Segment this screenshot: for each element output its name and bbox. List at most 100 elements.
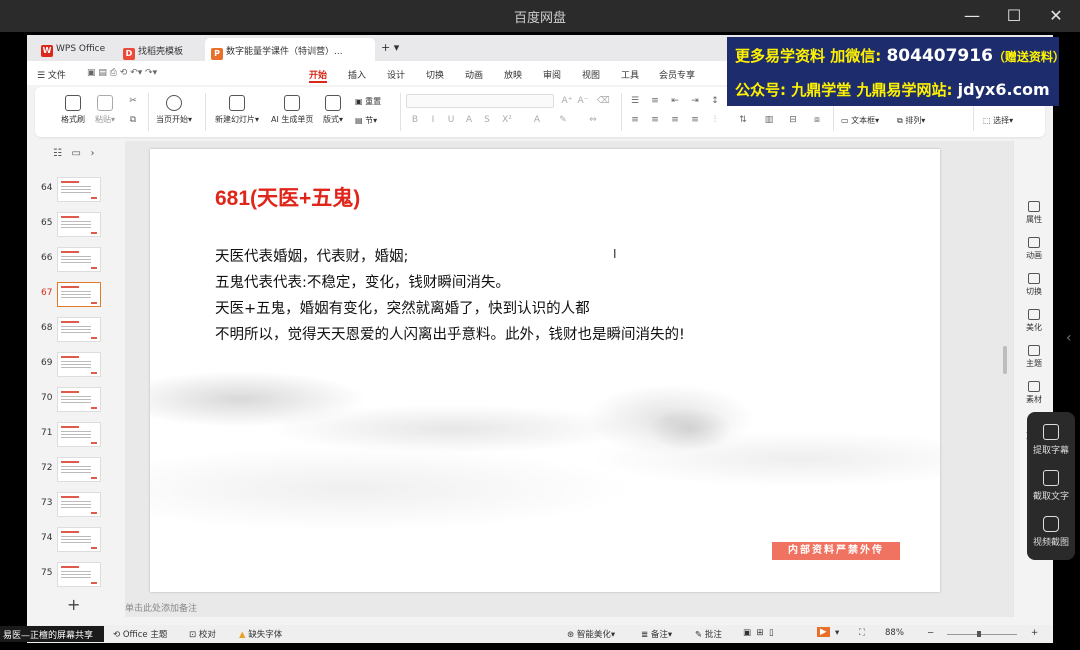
layout-button[interactable]: 版式▾: [323, 95, 343, 125]
current-slide[interactable]: 681(天医+五鬼) 天医代表婚姻，代表财，婚姻; 五鬼代表代表:不稳定，变化，…: [150, 149, 940, 592]
add-slide-button[interactable]: +: [67, 595, 80, 614]
bold-icon[interactable]: B: [409, 115, 421, 125]
number-list-icon[interactable]: ≡: [649, 96, 661, 106]
slide-text-line[interactable]: 天医+五鬼，婚姻有变化，突然就离婚了，快到认识的人都: [215, 297, 590, 318]
font-color-icon[interactable]: A: [531, 115, 543, 125]
thumbnail-row[interactable]: 68: [27, 317, 125, 343]
new-slide-button[interactable]: 新建幻灯片▾: [215, 95, 259, 125]
tab-home[interactable]: 开始: [309, 68, 328, 83]
animation-panel-button[interactable]: 动画: [1014, 237, 1053, 261]
fit-window-icon[interactable]: ⛶: [859, 628, 865, 638]
tab-presentation[interactable]: P 数字能量学课件（特训营）...: [205, 38, 375, 61]
thumbnail-row[interactable]: 65: [27, 212, 125, 238]
thumbnail-row[interactable]: 75: [27, 562, 125, 588]
indent-icon[interactable]: ⇤: [669, 96, 681, 106]
thumbnail-row[interactable]: 70: [27, 387, 125, 413]
highlight-icon[interactable]: ✎: [557, 115, 569, 125]
tab-tools[interactable]: 工具: [621, 68, 639, 81]
slide-text-line[interactable]: 天医代表婚姻，代表财，婚姻;: [215, 245, 408, 266]
file-menu[interactable]: ☰ 文件: [37, 68, 66, 81]
arrange-button[interactable]: ⧉ 排列▾: [897, 115, 925, 126]
extract-subtitles-button[interactable]: 提取字幕: [1027, 424, 1075, 456]
zoom-out-icon[interactable]: −: [927, 628, 934, 638]
underline-icon[interactable]: U: [445, 115, 457, 125]
zoom-slider[interactable]: [947, 634, 1017, 635]
new-tab-button[interactable]: + ▾: [375, 38, 405, 61]
textbox-button[interactable]: ▭ 文本框▾: [841, 115, 879, 126]
quick-access-icons[interactable]: ▣ ▤ ⎙ ⟲ ↶▾ ↷▾: [87, 68, 157, 78]
thumbnail-row[interactable]: 66: [27, 247, 125, 273]
slide-thumbnail[interactable]: [57, 352, 101, 377]
comments-button[interactable]: ✎ 批注: [695, 628, 722, 640]
transition-panel-button[interactable]: 切换: [1014, 273, 1053, 297]
tab-view[interactable]: 视图: [582, 68, 600, 81]
tab-animation[interactable]: 动画: [465, 68, 483, 81]
section-button[interactable]: ▤ 节▾: [355, 115, 377, 126]
materials-button[interactable]: 素材: [1014, 381, 1053, 405]
text-direction-icon[interactable]: ⇅: [737, 115, 749, 125]
justify-icon[interactable]: ≡: [689, 115, 701, 125]
zoom-level[interactable]: 88%: [885, 628, 904, 638]
tab-transition[interactable]: 切换: [426, 68, 444, 81]
align-right-icon[interactable]: ≡: [669, 115, 681, 125]
font-name-box[interactable]: [406, 94, 554, 108]
distribute-icon[interactable]: ⫶: [709, 115, 721, 125]
slide-thumbnail[interactable]: [57, 422, 101, 447]
beautify-button[interactable]: 美化: [1014, 309, 1053, 333]
play-slideshow-icon[interactable]: ▶: [817, 627, 830, 637]
strikethrough-icon[interactable]: A: [463, 115, 475, 125]
smartart-icon[interactable]: ⧈: [811, 115, 823, 125]
slide-thumbnail[interactable]: [57, 212, 101, 237]
capture-text-button[interactable]: 截取文字: [1027, 470, 1075, 502]
italic-icon[interactable]: I: [427, 115, 439, 125]
start-from-current-button[interactable]: 当页开始▾: [156, 95, 192, 125]
tab-member[interactable]: 会员专享: [659, 68, 695, 81]
select-button[interactable]: ⬚ 选择▾: [983, 115, 1013, 126]
notes-button[interactable]: ≣ 备注▾: [641, 628, 672, 640]
slide-thumbnail[interactable]: [57, 317, 101, 342]
align-left-icon[interactable]: ≡: [629, 115, 641, 125]
slide-thumbnail[interactable]: [57, 457, 101, 482]
slide-thumbnail[interactable]: [57, 527, 101, 552]
thumbnail-row[interactable]: 74: [27, 527, 125, 553]
thumbnail-row-selected[interactable]: 67: [27, 282, 125, 308]
minimize-icon[interactable]: —: [957, 4, 987, 28]
thumbnail-row[interactable]: 73: [27, 492, 125, 518]
cut-icon[interactable]: ✂: [127, 96, 139, 106]
align-center-icon[interactable]: ≡: [649, 115, 661, 125]
slide-text-line[interactable]: 不明所以，觉得天天恩爱的人闪离出乎意料。此外，钱财也是瞬间消失的!: [215, 323, 685, 344]
clear-format-icon[interactable]: ⌫: [597, 96, 610, 106]
video-screenshot-button[interactable]: 视频截图: [1027, 516, 1075, 548]
format-painter-button[interactable]: 格式刷: [61, 95, 85, 125]
missing-font-status[interactable]: ▲ 缺失字体: [239, 628, 282, 640]
superscript-icon[interactable]: X²: [501, 115, 513, 125]
font-shrink-icon[interactable]: A⁻: [577, 96, 589, 106]
character-spacing-icon[interactable]: ⇔: [587, 115, 599, 125]
view-mode-icons[interactable]: ▣ ⊞ ▯: [743, 628, 774, 638]
outdent-icon[interactable]: ⇥: [689, 96, 701, 106]
font-grow-icon[interactable]: A⁺: [561, 96, 573, 106]
slide-thumbnail[interactable]: [57, 177, 101, 202]
close-icon[interactable]: ✕: [1041, 4, 1071, 28]
tab-insert[interactable]: 插入: [348, 68, 366, 81]
thumbnail-row[interactable]: 64: [27, 177, 125, 203]
slide-thumbnail[interactable]: [57, 247, 101, 272]
copy-icon[interactable]: ⧉: [127, 115, 139, 125]
vertical-scrollbar[interactable]: [1003, 346, 1007, 374]
theme-status[interactable]: ⟲ Office 主题: [113, 628, 167, 640]
thumbnail-row[interactable]: 69: [27, 352, 125, 378]
tab-wps-office[interactable]: W WPS Office: [35, 38, 111, 61]
slide-thumbnail[interactable]: [57, 562, 101, 587]
maximize-icon[interactable]: ☐: [999, 4, 1029, 28]
line-spacing-icon[interactable]: ↕: [709, 96, 721, 106]
ai-single-page-button[interactable]: AI 生成单页: [271, 95, 313, 125]
shadow-icon[interactable]: S: [481, 115, 493, 125]
thumbnail-row[interactable]: 72: [27, 457, 125, 483]
notes-placeholder[interactable]: 单击此处添加备注: [125, 601, 197, 614]
properties-button[interactable]: 属性: [1014, 201, 1053, 225]
slide-title[interactable]: 681(天医+五鬼): [215, 182, 360, 212]
play-dropdown-icon[interactable]: ▾: [835, 628, 839, 638]
view-toggle-icons[interactable]: ☷ ▭ ›: [53, 148, 94, 159]
tab-design[interactable]: 设计: [387, 68, 405, 81]
columns-icon[interactable]: ▥: [763, 115, 775, 125]
